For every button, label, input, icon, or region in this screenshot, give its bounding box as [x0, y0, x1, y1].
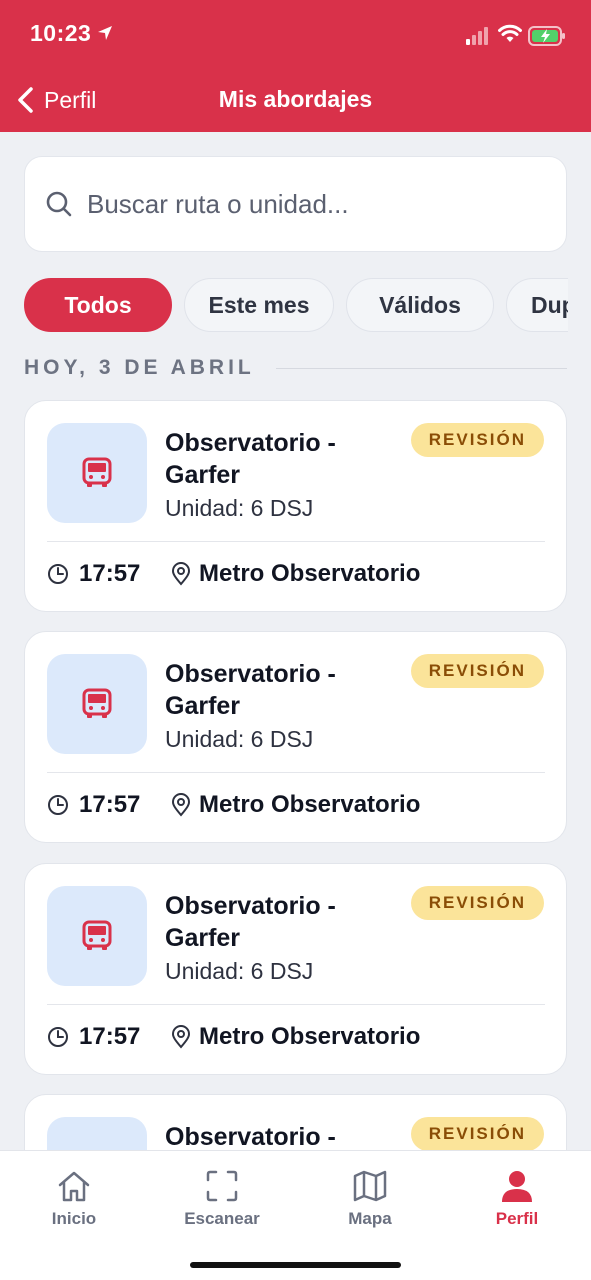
tab-label: Perfil [495, 1209, 539, 1228]
status-bar: 10:23 [0, 0, 591, 70]
bus-icon [82, 457, 112, 487]
app-header: 10:23 Perfil Mis abordajes [0, 0, 591, 132]
search-icon [46, 191, 72, 217]
route-name: Observatorio - Garfer [165, 427, 395, 491]
boarding-time: 17:57 [79, 1023, 141, 1050]
location-pin-icon [171, 1025, 191, 1049]
route-name-line1: Observatorio - [165, 429, 336, 457]
clock-icon [48, 795, 68, 815]
card-divider [47, 772, 545, 773]
status-badge: REVISIÓN [410, 1117, 544, 1151]
clock-icon [48, 564, 68, 584]
route-name: Observatorio - Garfer [165, 890, 395, 954]
tab-inicio[interactable]: Inicio [14, 1169, 134, 1229]
home-indicator [190, 1262, 401, 1268]
card-divider [47, 541, 545, 542]
filter-chip-duplicados[interactable]: Duplicados [506, 278, 568, 332]
search-input[interactable] [87, 188, 527, 220]
filter-chip-este-mes[interactable]: Este mes [184, 278, 334, 332]
page-title: Mis abordajes [218, 86, 373, 112]
section-divider [276, 368, 567, 369]
route-name-line2: Garfer [165, 461, 241, 489]
home-icon [58, 1171, 90, 1202]
section-date-label: HOY, 3 DE ABRIL [24, 356, 255, 379]
unit-label: Unidad: 6 DSJ [165, 495, 314, 521]
tab-perfil[interactable]: Perfil [457, 1169, 577, 1229]
boarding-place: Metro Observatorio [199, 560, 421, 587]
bus-icon-tile [47, 423, 147, 523]
bus-icon [82, 688, 112, 718]
tab-escanear[interactable]: Escanear [162, 1169, 282, 1229]
battery-charging-icon [528, 26, 565, 46]
tab-mapa[interactable]: Mapa [310, 1169, 430, 1229]
boarding-place: Metro Observatorio [199, 1023, 421, 1050]
filter-chip-todos[interactable]: Todos [24, 278, 172, 332]
boarding-card[interactable]: Observatorio - Garfer Unidad: 6 DSJ REVI… [24, 631, 567, 843]
clock-icon [48, 1027, 68, 1047]
boarding-card[interactable]: Observatorio - Garfer Unidad: 6 DSJ REVI… [24, 400, 567, 612]
boarding-time: 17:57 [79, 560, 141, 587]
location-arrow-icon [98, 26, 112, 40]
status-badge: REVISIÓN [410, 886, 544, 920]
map-icon [353, 1170, 387, 1202]
card-divider [47, 1004, 545, 1005]
route-name: Observatorio - Garfer [165, 658, 395, 722]
bus-icon [82, 920, 112, 950]
bus-icon-tile [47, 654, 147, 754]
tab-label: Escanear [184, 1209, 260, 1228]
bus-icon-tile [47, 886, 147, 986]
status-badge: REVISIÓN [410, 423, 544, 457]
boarding-time: 17:57 [79, 791, 141, 818]
status-badge: REVISIÓN [410, 654, 544, 688]
route-name: Observatorio - [165, 1121, 395, 1153]
scan-icon [206, 1170, 238, 1202]
unit-label: Unidad: 6 DSJ [165, 958, 314, 984]
route-name-line1: Observatorio - [165, 892, 336, 920]
navigation-bar: Perfil Mis abordajes [0, 78, 591, 122]
route-name-line1: Observatorio - [165, 1123, 336, 1151]
filter-chips: Todos Este mes Válidos Duplicados [24, 278, 568, 332]
bottom-tab-bar: Inicio Escanear Mapa Perfil [0, 1150, 591, 1280]
location-pin-icon [171, 562, 191, 586]
boarding-card[interactable]: Observatorio - Garfer Unidad: 6 DSJ REVI… [24, 863, 567, 1075]
route-name-line2: Garfer [165, 924, 241, 952]
filter-chip-validos[interactable]: Válidos [346, 278, 494, 332]
location-pin-icon [171, 793, 191, 817]
profile-icon [502, 1171, 532, 1202]
tab-label: Mapa [348, 1209, 392, 1228]
route-name-line2: Garfer [165, 692, 241, 720]
unit-label: Unidad: 6 DSJ [165, 726, 314, 752]
route-name-line1: Observatorio - [165, 660, 336, 688]
tab-label: Inicio [51, 1209, 97, 1228]
status-time: 10:23 [30, 20, 92, 46]
search-bar[interactable] [24, 156, 567, 252]
cellular-signal-icon [466, 27, 488, 45]
wifi-icon [498, 24, 522, 42]
boarding-place: Metro Observatorio [199, 791, 421, 818]
